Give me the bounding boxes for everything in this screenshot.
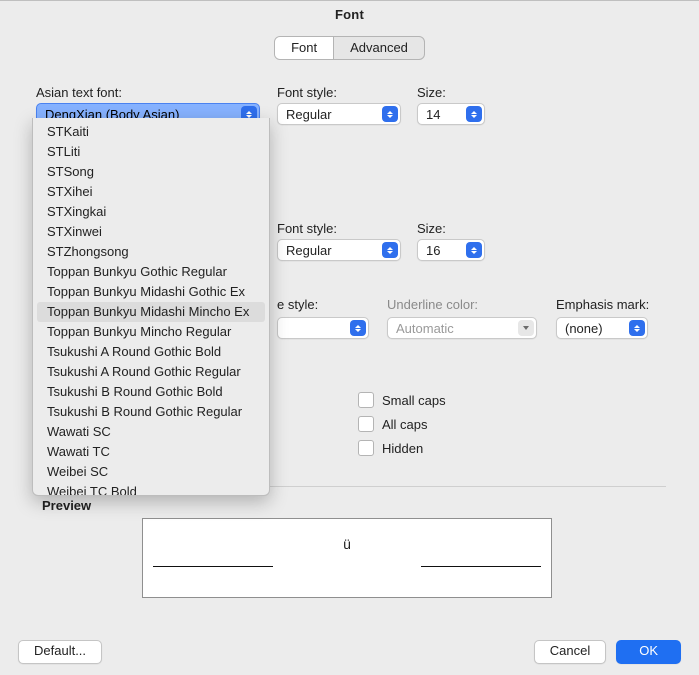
underline-color-value: Automatic [396, 321, 454, 336]
font-style-label-1: Font style: [277, 85, 337, 100]
font-dialog: Font Font Advanced Asian text font: Font… [0, 0, 699, 675]
small-caps-label: Small caps [382, 393, 446, 408]
size-value-1: 14 [426, 107, 440, 122]
asian-font-label: Asian text font: [36, 85, 122, 100]
asian-font-dropdown[interactable]: STKaitiSTLitiSTSongSTXiheiSTXingkaiSTXin… [32, 118, 270, 496]
font-option[interactable]: Tsukushi A Round Gothic Bold [33, 342, 269, 362]
font-option[interactable]: STXingkai [33, 202, 269, 222]
cancel-button[interactable]: Cancel [534, 640, 606, 664]
window-title: Font [0, 1, 699, 28]
baseline [421, 566, 541, 567]
underline-style-combo[interactable] [277, 317, 369, 339]
default-button[interactable]: Default... [18, 640, 102, 664]
font-option[interactable]: STZhongsong [33, 242, 269, 262]
emphasis-mark-combo[interactable]: (none) [556, 317, 648, 339]
all-caps-checkbox[interactable]: All caps [358, 416, 428, 432]
dialog-footer: Default... Cancel OK [0, 640, 699, 664]
updown-icon [382, 106, 398, 122]
updown-icon [382, 242, 398, 258]
font-option[interactable]: STXihei [33, 182, 269, 202]
updown-icon [350, 320, 366, 336]
underline-style-suffix: e style: [277, 297, 318, 312]
hidden-label: Hidden [382, 441, 423, 456]
checkbox-box [358, 440, 374, 456]
underline-color-combo: Automatic [387, 317, 537, 339]
font-style-combo-1[interactable]: Regular [277, 103, 401, 125]
font-option[interactable]: Toppan Bunkyu Midashi Mincho Ex [37, 302, 265, 322]
font-option[interactable]: Weibei TC Bold [33, 482, 269, 496]
font-style-value-1: Regular [286, 107, 332, 122]
font-option[interactable]: Wawati TC [33, 442, 269, 462]
font-option[interactable]: Tsukushi B Round Gothic Bold [33, 382, 269, 402]
font-style-label-2: Font style: [277, 221, 337, 236]
font-option[interactable]: STSong [33, 162, 269, 182]
size-label-1: Size: [417, 85, 446, 100]
size-value-2: 16 [426, 243, 440, 258]
font-option[interactable]: Toppan Bunkyu Midashi Gothic Ex [33, 282, 269, 302]
baseline [153, 566, 273, 567]
font-option[interactable]: Weibei SC [33, 462, 269, 482]
font-option[interactable]: Tsukushi A Round Gothic Regular [33, 362, 269, 382]
preview-glyph: ü [343, 536, 351, 552]
small-caps-checkbox[interactable]: Small caps [358, 392, 446, 408]
ok-button[interactable]: OK [616, 640, 681, 664]
all-caps-label: All caps [382, 417, 428, 432]
font-option[interactable]: STKaiti [33, 122, 269, 142]
emphasis-mark-label: Emphasis mark: [556, 297, 649, 312]
font-option[interactable]: Toppan Bunkyu Mincho Regular [33, 322, 269, 342]
font-style-combo-2[interactable]: Regular [277, 239, 401, 261]
font-option[interactable]: Wawati SC [33, 422, 269, 442]
emphasis-mark-value: (none) [565, 321, 603, 336]
preview-box: ü [142, 518, 552, 598]
size-combo-1[interactable]: 14 [417, 103, 485, 125]
updown-icon [466, 106, 482, 122]
size-label-2: Size: [417, 221, 446, 236]
hidden-checkbox[interactable]: Hidden [358, 440, 423, 456]
font-option[interactable]: Tsukushi B Round Gothic Regular [33, 402, 269, 422]
tab-font[interactable]: Font [275, 37, 333, 59]
checkbox-box [358, 392, 374, 408]
font-option[interactable]: STXinwei [33, 222, 269, 242]
font-style-value-2: Regular [286, 243, 332, 258]
size-combo-2[interactable]: 16 [417, 239, 485, 261]
underline-color-label: Underline color: [387, 297, 478, 312]
font-option[interactable]: STLiti [33, 142, 269, 162]
preview-label: Preview [42, 498, 91, 513]
updown-icon [629, 320, 645, 336]
tab-bar: Font Advanced [0, 36, 699, 60]
updown-icon [466, 242, 482, 258]
font-option[interactable]: Toppan Bunkyu Gothic Regular [33, 262, 269, 282]
chevron-down-icon [518, 320, 534, 336]
checkbox-box [358, 416, 374, 432]
tab-advanced[interactable]: Advanced [333, 37, 424, 59]
